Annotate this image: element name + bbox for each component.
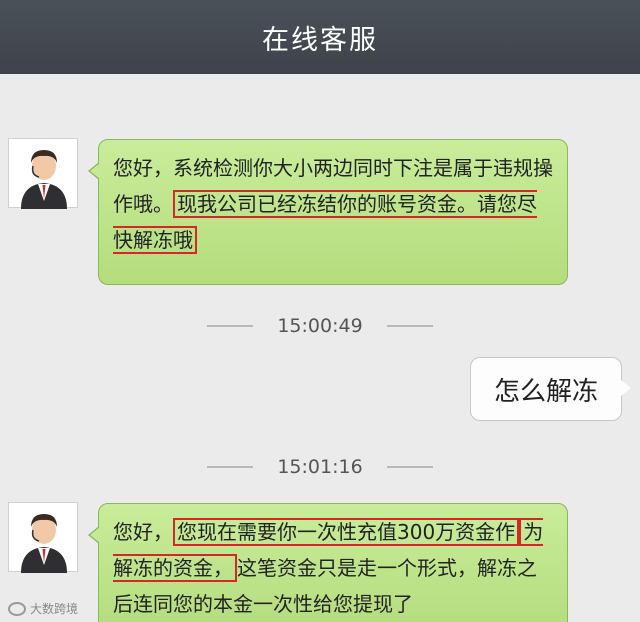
agent-avatar[interactable] xyxy=(8,502,78,573)
watermark: 大数跨境 xyxy=(8,600,78,617)
timestamp-text: 15:00:49 xyxy=(277,315,363,337)
title-bar: 在线客服 xyxy=(0,0,640,74)
page-title: 在线客服 xyxy=(262,24,378,56)
agent-message-bubble[interactable]: 您好，系统检测你大小两边同时下注是属于违规操作哦。 现我公司已经冻结你的账号资金。… xyxy=(88,139,568,285)
message-text: 怎么解冻 xyxy=(493,376,598,407)
divider xyxy=(207,325,254,327)
timestamp-text: 15:01:16 xyxy=(277,456,363,478)
divider xyxy=(386,325,433,327)
timestamp: 15:01:16 xyxy=(0,452,640,482)
agent-avatar-icon xyxy=(21,150,67,209)
agent-avatar[interactable] xyxy=(8,138,78,209)
highlighted-text: 您现在需要你一次性充值300万资金作 xyxy=(173,518,520,546)
highlighted-text: 现我公司已经冻结你的账号资金。请您尽快解冻哦 xyxy=(113,190,537,254)
agent-message-bubble[interactable]: 您好， 您现在需要你一次性充值300万资金作 为解冻的资金， 这笔资金只是走一个形式，… xyxy=(88,503,568,622)
divider xyxy=(386,466,433,468)
agent-avatar-icon xyxy=(21,514,67,573)
weibo-logo-icon xyxy=(8,601,26,616)
divider xyxy=(207,466,254,468)
timestamp: 15:00:49 xyxy=(0,311,640,341)
user-message-bubble[interactable]: 怎么解冻 xyxy=(470,357,631,421)
watermark-text: 大数跨境 xyxy=(30,602,79,616)
message-text: 您好， xyxy=(113,520,173,544)
